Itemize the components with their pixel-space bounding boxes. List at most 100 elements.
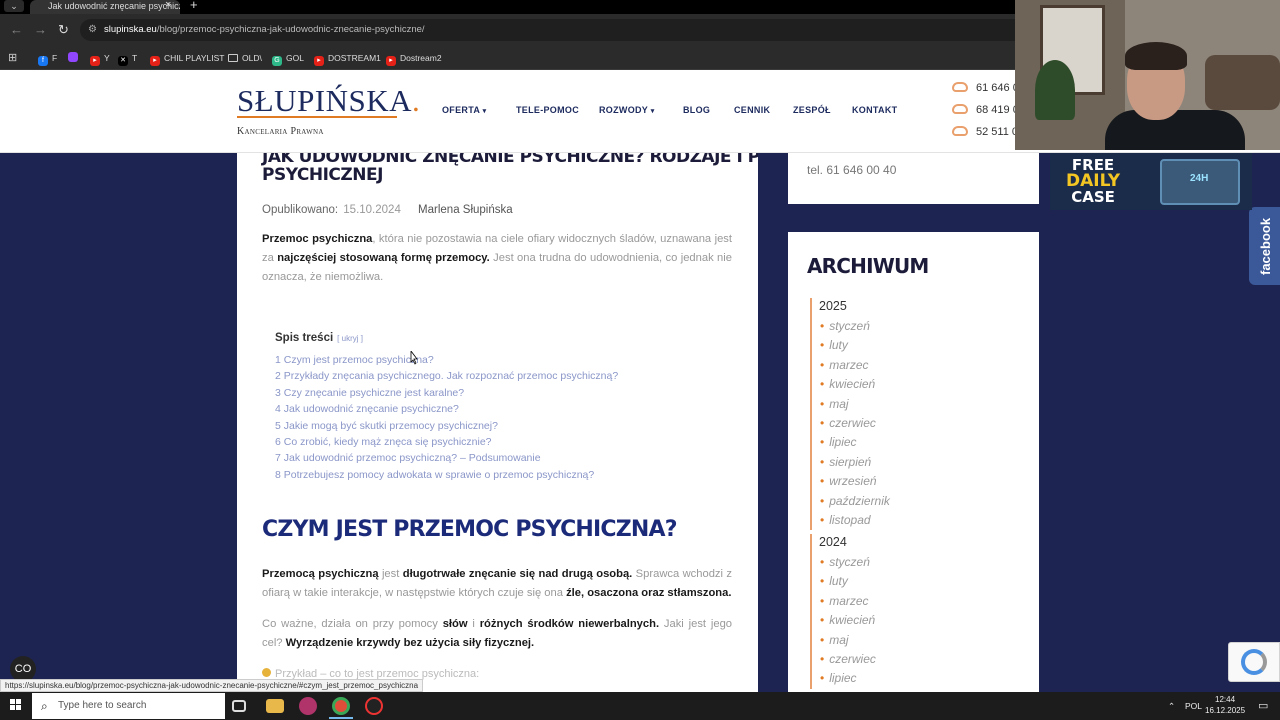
bookmark-dostream1[interactable]: ▸ DOSTREAM1 [314,52,381,66]
free-daily-case-ad[interactable]: FREE DAILY CASE 24H [1050,153,1252,210]
taskbar-search-input[interactable]: ⌕ Type here to search [32,693,225,719]
archive-month-link[interactable]: kwiecień [820,375,1010,394]
lightbulb-icon [262,668,271,677]
forward-icon[interactable]: → [34,22,47,38]
archive-year-label[interactable]: 2025 [819,298,1010,314]
archive-month-link[interactable]: sierpień [820,453,1010,472]
folder-icon [228,54,238,62]
archive-month-link[interactable]: styczeń [820,553,1010,572]
section-paragraph-1: Przemocą psychiczną jest długotrwałe znę… [262,568,732,599]
webcam-background-sofa [1205,55,1280,110]
apps-grid-icon[interactable]: ⊞ [8,52,17,64]
phone-icon [952,104,968,114]
article-title-line1: JAK UDOWODNIĆ ZNĘCANIE PSYCHICZNE? RODZA… [262,153,758,167]
toc-hide-link[interactable]: [ ukryj ] [337,334,363,343]
toc-item[interactable]: 6 Co zrobić, kiedy mąż znęca się psychic… [275,434,715,450]
site-logo[interactable]: SŁUPIŃSKA. [237,83,420,119]
archive-month-link[interactable]: czerwiec [820,414,1010,433]
section-paragraph-2: Co ważne, działa on przy pomocy słów i r… [262,618,733,649]
archive-month-link[interactable]: listopad [820,511,1010,530]
toc-item[interactable]: 7 Jak udowodnić przemoc psychiczną? – Po… [275,450,715,466]
archive-month-link[interactable]: styczeń [820,317,1010,336]
archive-month-link[interactable]: kwiecień [820,611,1010,630]
facebook-side-tab[interactable]: facebook [1249,207,1280,285]
toc-title: Spis treści [275,332,334,344]
browser-tab-active[interactable]: Jak udowodnić znęcanie psychiczne [30,0,180,14]
bookmark-t[interactable]: ✕ T [118,52,137,66]
header-phone-1[interactable]: 61 646 0 [952,82,1019,94]
notifications-icon[interactable]: ▭ [1258,700,1268,712]
archive-month-link[interactable]: maj [820,395,1010,414]
archive-month-link[interactable]: marzec [820,592,1010,611]
sidebar-phone[interactable]: tel. 61 646 00 40 [807,163,896,177]
recaptcha-badge[interactable] [1228,642,1280,682]
archive-month-link[interactable]: luty [820,336,1010,355]
archive-month-link[interactable]: lipiec [820,669,1010,688]
site-info-icon[interactable]: ⚙ [88,19,97,41]
nav-blog[interactable]: BLOG [683,105,710,115]
chrome-icon[interactable] [332,697,350,715]
archive-month-link[interactable]: wrzesień [820,472,1010,491]
archive-month-link[interactable]: lipiec [820,433,1010,452]
webcam-person-hair [1125,42,1187,70]
author-name[interactable]: Marlena Słupińska [418,204,513,216]
toc-item[interactable]: 4 Jak udowodnić znęcanie psychiczne? [275,401,715,417]
nav-tele-pomoc[interactable]: TELE-POMOC [516,105,579,115]
case-badge: 24H [1190,173,1209,184]
language-indicator[interactable]: POL [1185,700,1202,712]
bookmark-chil-playlist[interactable]: ▸ CHIL PLAYLIST [150,52,224,66]
tab-search-button[interactable]: ⌄ [4,0,24,12]
article-meta: Opublikowano: 15.10.2024 Marlena Słupińs… [262,204,513,216]
archive-year-label[interactable]: 2024 [819,534,1010,550]
archive-month-link[interactable]: luty [820,572,1010,591]
archive-month-link[interactable]: marzec [820,356,1010,375]
webcam-overlay [1015,0,1280,150]
archive-year-2025: 2025 styczeń luty marzec kwiecień maj cz… [810,298,1010,531]
bookmark-f[interactable]: fF [38,52,57,66]
ad-text: FREE DAILY CASE [1066,156,1121,206]
taskbar-clock[interactable]: 12:44 16.12.2025 [1205,694,1245,716]
bookmark-dostream2[interactable]: ▸ Dostream2 [386,52,442,66]
bookmark-twitch[interactable] [68,52,82,64]
archive-month-link[interactable]: czerwiec [820,650,1010,669]
bookmark-gol[interactable]: G GOL [272,52,304,66]
task-view-icon[interactable] [232,700,246,712]
bookmark-folder-old[interactable]: OLD\ [228,52,262,64]
article-title: JAK UDOWODNIĆ ZNĘCANIE PSYCHICZNE? RODZA… [262,153,758,187]
nav-rozwody[interactable]: ROZWODY ▾ [599,105,655,115]
url-path: /blog/przemoc-psychiczna-jak-udowodnic-z… [156,24,425,35]
tray-chevron-icon[interactable]: ⌃ [1168,700,1175,712]
nav-oferta[interactable]: OFERTA ▾ [442,105,486,115]
reload-icon[interactable]: ↻ [58,22,69,38]
toc-item[interactable]: 1 Czym jest przemoc psychiczna? [275,352,715,368]
webcam-background-tree [1035,60,1075,120]
gol-icon: G [272,56,282,66]
mouse-cursor-icon [410,351,418,365]
active-app-indicator [329,717,353,719]
header-phone-3[interactable]: 52 511 0 [952,126,1018,138]
back-icon[interactable]: ← [10,22,23,38]
new-tab-icon[interactable]: + [190,0,198,11]
tab-close-icon[interactable]: × [165,0,171,11]
nav-cennik[interactable]: CENNIK [734,105,770,115]
toc-item[interactable]: 3 Czy znęcanie psychiczne jest karalne? [275,385,715,401]
toc-item[interactable]: 2 Przykłady znęcania psychicznego. Jak r… [275,368,715,384]
sidebar-contact-card: tel. 61 646 00 40 [788,153,1039,204]
file-explorer-icon[interactable] [266,699,284,713]
youtube-icon: ▸ [314,56,324,66]
browser-app-icon[interactable] [299,697,317,715]
header-phone-2[interactable]: 68 419 0 [952,104,1019,116]
bookmark-y[interactable]: ▸ Y [90,52,110,66]
case-crate-icon: 24H [1160,159,1240,205]
article-card: JAK UDOWODNIĆ ZNĘCANIE PSYCHICZNE? RODZA… [237,153,758,692]
archive-month-link[interactable]: maj [820,631,1010,650]
toc-item[interactable]: 5 Jakie mogą być skutki przemocy psychic… [275,418,715,434]
nav-kontakt[interactable]: KONTAKT [852,105,897,115]
obs-icon[interactable] [365,697,383,715]
toc-item[interactable]: 8 Potrzebujesz pomocy adwokata w sprawie… [275,467,715,483]
chevron-down-icon: ▾ [650,108,655,115]
nav-zespol[interactable]: ZESPÓŁ [793,105,831,115]
windows-start-icon[interactable] [10,699,22,711]
windows-taskbar: ⌕ Type here to search ⌃ POL 12:44 16.12.… [0,692,1280,720]
archive-month-link[interactable]: październik [820,492,1010,511]
